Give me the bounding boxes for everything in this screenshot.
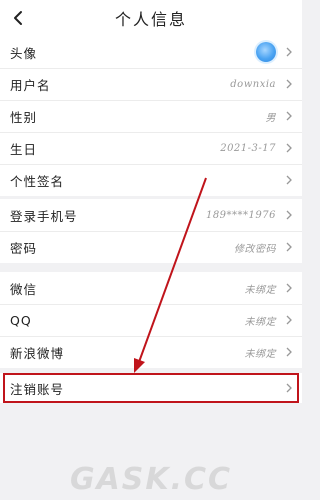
annotation-arrow: [134, 177, 207, 373]
watermark: GASK.CC: [69, 462, 233, 497]
